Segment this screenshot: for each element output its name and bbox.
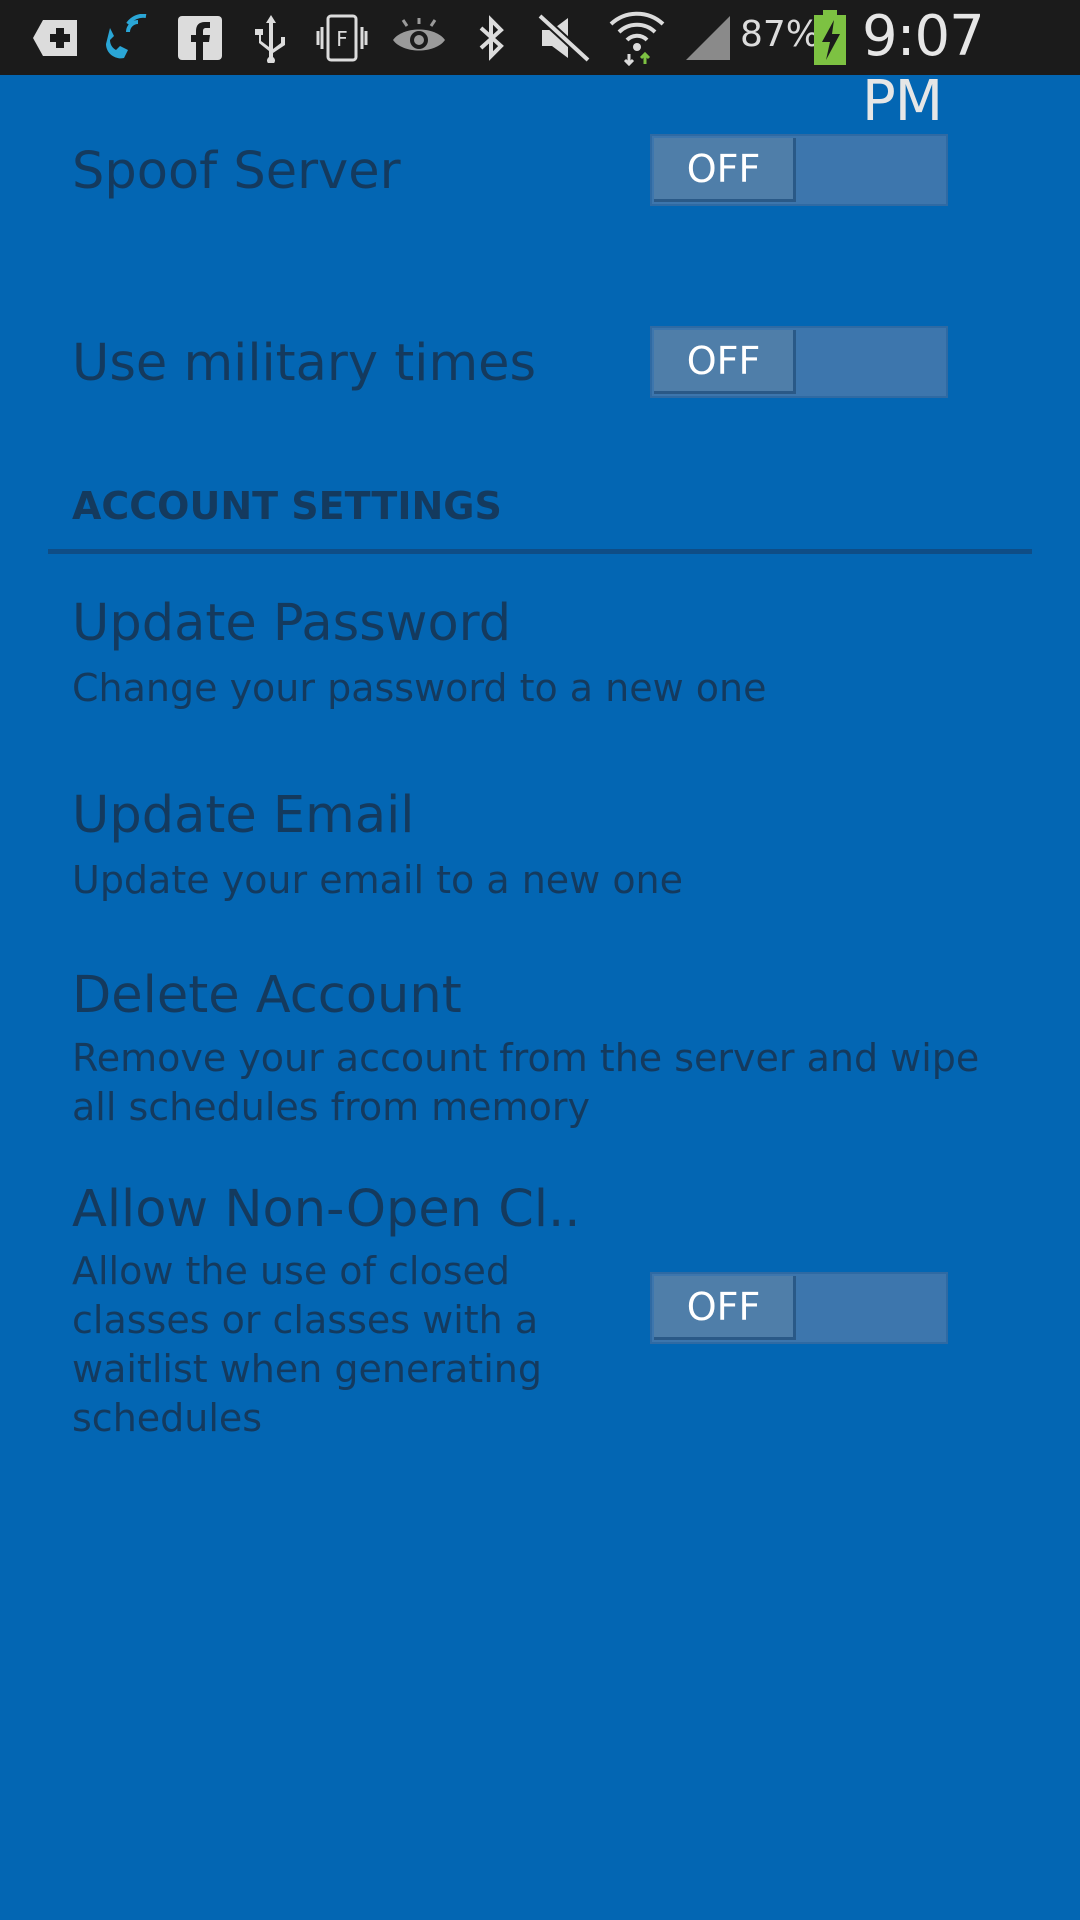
battery-charging-icon (810, 10, 850, 66)
svg-text:F: F (336, 27, 348, 51)
delete-account-summary: Remove your account from the server and … (72, 1036, 980, 1129)
screen-mirror-icon: F (314, 10, 370, 66)
toggle-thumb: OFF (654, 138, 796, 202)
status-time: 9:07 PM (862, 4, 985, 134)
military-times-title: Use military times (72, 334, 537, 393)
battery-percent: 87% (740, 14, 821, 55)
toggle-thumb: OFF (654, 1276, 796, 1340)
section-header-account: ACCOUNT SETTINGS (72, 484, 502, 528)
section-divider (48, 549, 1032, 554)
update-email-summary: Update your email to a new one (72, 858, 684, 902)
mute-icon (536, 10, 592, 66)
toggle-thumb: OFF (654, 330, 796, 394)
wifi-icon (608, 10, 666, 66)
military-times-toggle[interactable]: OFF (650, 326, 948, 398)
update-password-title: Update Password (72, 594, 512, 653)
wifi-calling-icon (98, 10, 154, 66)
status-bar: F 87% 9:07 PM (0, 0, 1080, 134)
allow-non-open-toggle[interactable]: OFF (650, 1272, 948, 1344)
bluetooth-icon (470, 10, 514, 66)
allow-non-open-title: Allow Non-Open Cl.. (72, 1180, 581, 1239)
facebook-icon (172, 10, 228, 66)
spoof-server-toggle[interactable]: OFF (650, 134, 948, 206)
update-email-title: Update Email (72, 786, 415, 845)
spoof-server-title: Spoof Server (72, 142, 401, 201)
cellular-signal-icon (682, 10, 734, 66)
eye-icon (390, 10, 448, 66)
plus-notification-icon (28, 10, 84, 66)
update-password-summary: Change your password to a new one (72, 666, 767, 710)
usb-icon (246, 10, 296, 66)
delete-account-title: Delete Account (72, 966, 462, 1025)
allow-non-open-summary: Allow the use of closed classes or class… (72, 1249, 542, 1440)
